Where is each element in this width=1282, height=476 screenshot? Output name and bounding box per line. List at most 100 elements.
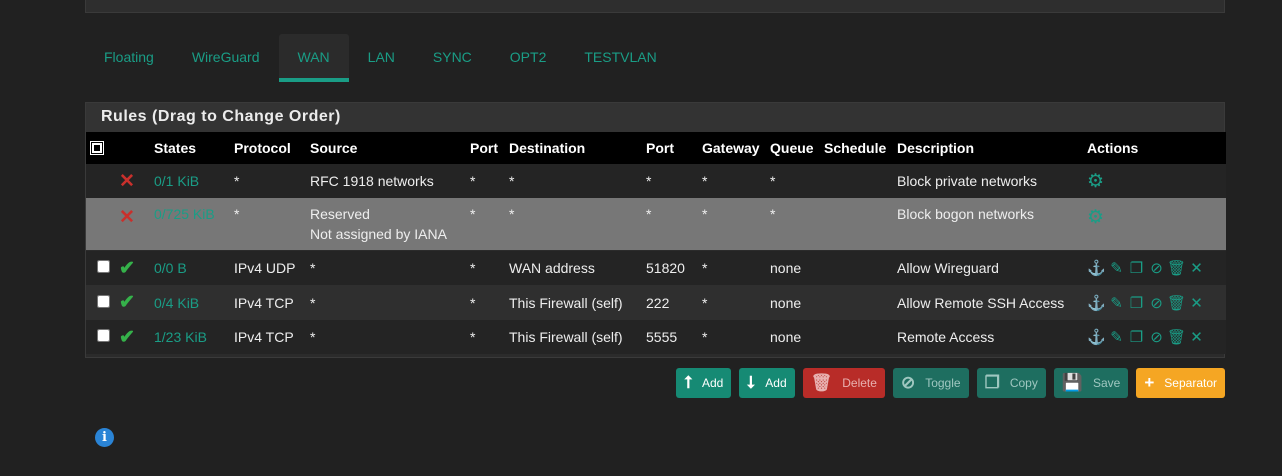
interface-tabs: Floating WireGuard WAN LAN SYNC OPT2 TES… [85,34,676,82]
trash-icon[interactable]: 🗑 [1167,294,1187,312]
protocol-cell: IPv4 TCP [234,294,294,311]
states-link[interactable]: 1/23 KiB [149,320,229,354]
button-bar: ⭡ Add ⭣ Add 🗑 Delete ⊘ Toggle ❐ Copy 💾 Save + S… [675,368,1225,398]
gear-icon[interactable]: ⚙ [1087,171,1104,192]
source-line-1: Reserved [310,206,370,222]
tab-opt2[interactable]: OPT2 [491,34,566,82]
select-all-checkbox[interactable] [91,142,103,154]
tab-testvlan[interactable]: TESTVLAN [565,34,675,82]
row-checkbox[interactable] [97,294,110,308]
dest-port-cell: * [646,206,652,222]
destination-cell: * [509,206,515,222]
gateway-cell: * [702,260,708,276]
arrow-up-icon: ⭡ [683,373,692,392]
separator-button[interactable]: + Separator [1136,368,1225,398]
tab-sync[interactable]: SYNC [414,34,491,82]
col-queue: Queue [770,140,814,156]
ban-icon[interactable]: ⊘ [1147,259,1167,277]
tab-wireguard[interactable]: WireGuard [173,34,279,82]
queue-cell: none [770,260,802,276]
delete-x-icon[interactable]: ✕ [1187,259,1207,277]
col-schedule: Schedule [824,140,887,156]
dest-port-cell: 222 [646,294,670,311]
source-cell: * [310,260,316,276]
delete-button[interactable]: 🗑 Delete [802,368,885,398]
source-cell: Reserved Not assigned by IANA [305,198,465,250]
copy-button[interactable]: ❐ Copy [976,368,1046,398]
info-icon[interactable]: i [95,428,114,447]
delete-x-icon[interactable]: ✕ [1187,328,1207,346]
block-x-icon: ✕ [119,207,135,228]
add-top-button[interactable]: ⭡ Add [675,368,732,398]
trash-icon[interactable]: 🗑 [1167,259,1187,277]
copy-icon[interactable]: ❐ [1127,294,1147,312]
source-cell: RFC 1918 networks [310,173,434,189]
source-port-cell: * [470,173,476,189]
description-cell: Remote Access [897,329,995,345]
gateway-cell: * [702,294,708,311]
gear-icon[interactable]: ⚙ [1087,207,1104,228]
copy-icon[interactable]: ❐ [1127,328,1147,346]
table-row[interactable]: ✕ 0/1 KiB * RFC 1918 networks * * * * * … [86,164,1226,198]
delete-x-icon[interactable]: ✕ [1187,294,1207,312]
source-port-cell: * [470,206,476,222]
copy-icon[interactable]: ❐ [1127,259,1147,277]
add-bottom-label: Add [765,376,787,390]
table-row[interactable]: ✔ 1/23 KiB IPv4 TCP * * This Firewall (s… [86,320,1226,354]
destination-cell: This Firewall (self) [509,294,623,311]
source-port-cell: * [470,329,476,345]
queue-cell: * [770,206,776,222]
col-description: Description [897,140,975,156]
destination-cell: * [509,173,515,189]
description-cell: Allow Wireguard [897,260,999,276]
schedule-cell [819,320,892,354]
add-bottom-button[interactable]: ⭣ Add [739,368,795,398]
states-link[interactable]: 0/0 B [149,251,229,285]
plus-icon: + [1144,373,1155,392]
destination-cell: This Firewall (self) [509,329,623,345]
ban-icon[interactable]: ⊘ [1147,294,1167,312]
col-source: Source [310,140,358,156]
pencil-icon[interactable]: ✎ [1107,328,1127,346]
pass-check-icon: ✔ [119,292,135,313]
add-top-label: Add [701,376,724,390]
col-source-port: Port [470,140,498,156]
pencil-icon[interactable]: ✎ [1107,294,1127,312]
schedule-cell [819,251,892,285]
toggle-button[interactable]: ⊘ Toggle [892,368,969,398]
tab-lan[interactable]: LAN [349,34,414,82]
queue-cell: none [770,294,802,311]
row-checkbox[interactable] [97,260,110,273]
protocol-cell: * [234,206,240,222]
row-actions: ⚓ ✎ ❐ ⊘ 🗑 ✕ [1082,320,1226,354]
dest-port-cell: 51820 [646,260,685,276]
pass-check-icon: ✔ [119,257,135,279]
tab-wan[interactable]: WAN [278,34,349,82]
queue-cell: * [770,173,776,189]
panel-title: Rules (Drag to Change Order) [86,103,1224,132]
table-row[interactable]: ✕ 0/725 KiB * Reserved Not assigned by I… [86,198,1226,250]
ban-icon[interactable]: ⊘ [1147,328,1167,346]
description-cell: Allow Remote SSH Access [897,294,1065,311]
pencil-icon[interactable]: ✎ [1107,259,1127,277]
source-port-cell: * [470,260,476,276]
states-link[interactable]: 0/4 KiB [149,285,229,320]
row-checkbox[interactable] [97,329,110,342]
row-actions: ⚓ ✎ ❐ ⊘ 🗑 ✕ [1082,285,1226,320]
states-link[interactable]: 0/725 KiB [149,198,229,250]
tab-floating[interactable]: Floating [85,34,173,82]
delete-label: Delete [842,376,877,390]
states-link[interactable]: 0/1 KiB [149,164,229,198]
save-button[interactable]: 💾 Save [1053,368,1129,398]
protocol-cell: IPv4 TCP [234,329,294,345]
anchor-icon[interactable]: ⚓ [1087,259,1107,277]
copy-label: Copy [1009,376,1038,390]
anchor-icon[interactable]: ⚓ [1087,294,1107,312]
source-cell: * [310,294,316,311]
anchor-icon[interactable]: ⚓ [1087,328,1107,346]
toggle-label: Toggle [925,376,961,390]
trash-icon[interactable]: 🗑 [1167,328,1187,346]
table-row[interactable]: ✔ 0/0 B IPv4 UDP * * WAN address 51820 *… [86,251,1226,285]
row-actions: ⚓ ✎ ❐ ⊘ 🗑 ✕ [1082,251,1226,285]
table-row[interactable]: ✔ 0/4 KiB IPv4 TCP * * This Firewall (se… [86,285,1226,320]
